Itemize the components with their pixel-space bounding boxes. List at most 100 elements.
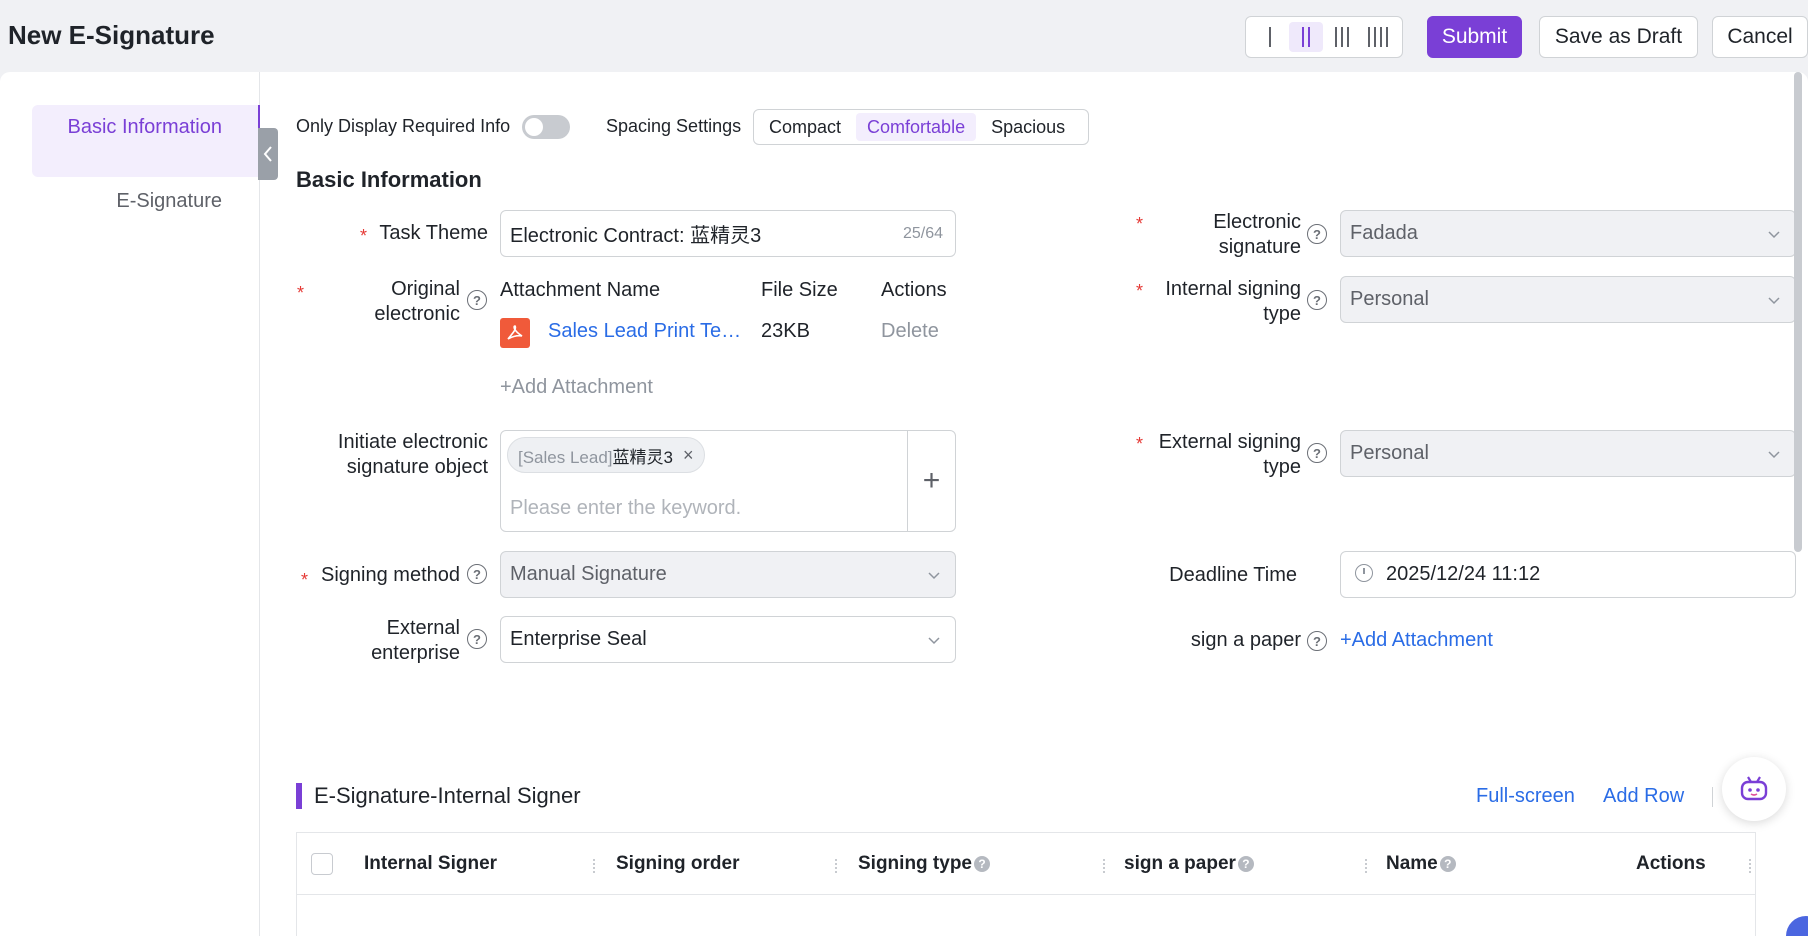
deadline-time-picker[interactable]: 2025/12/24 11:12 (1340, 551, 1796, 598)
select-all-checkbox[interactable] (311, 853, 333, 875)
chevron-left-icon (263, 146, 272, 162)
delete-attachment-button[interactable]: Delete (881, 320, 939, 343)
chevron-down-icon (1768, 451, 1780, 459)
initiate-object-selector[interactable]: [Sales Lead]蓝精灵3 × Please enter the keyw… (500, 430, 956, 532)
tag-prefix: [Sales Lead] (518, 447, 613, 467)
sign-paper-label: sign a paper (1190, 629, 1301, 651)
col-actions: Actions (1636, 853, 1706, 875)
plus-icon[interactable]: + (907, 431, 955, 531)
col-signing-order-label: Signing order (616, 853, 740, 874)
spacing-settings-label: Spacing Settings (606, 116, 742, 136)
required-marker: * (297, 283, 305, 303)
help-icon[interactable]: ? (1307, 443, 1327, 463)
task-theme-value: Electronic Contract: 蓝精灵3 (510, 225, 762, 247)
keyword-placeholder[interactable]: Please enter the keyword. (510, 497, 741, 520)
required-marker: * (360, 226, 368, 246)
electronic-signature-select[interactable]: Fadada (1340, 210, 1796, 257)
column-layout-switch[interactable] (1245, 16, 1403, 58)
help-icon[interactable]: ? (1439, 856, 1456, 872)
section-title-basic-information: Basic Information (296, 167, 482, 192)
table-header: Internal Signer Signing order Signing ty… (297, 833, 1755, 895)
help-icon[interactable]: ? (974, 856, 990, 872)
column-resize-handle[interactable] (1749, 859, 1751, 873)
help-icon[interactable]: ? (467, 564, 487, 584)
internal-signer-title: E-Signature-Internal Signer (314, 783, 581, 808)
spacing-segmented-control[interactable]: Compact Comfortable Spacious (753, 109, 1089, 145)
char-count: 25/64 (902, 224, 943, 242)
external-signing-type-value: Personal (1350, 442, 1429, 464)
spacing-comfortable[interactable]: Comfortable (856, 113, 977, 141)
initiate-object-label: Initiate electronic signature object (337, 431, 488, 478)
nav-item-basic-information[interactable]: Basic Information (32, 105, 260, 177)
col-internal-signer: Internal Signer (364, 853, 497, 875)
help-icon[interactable]: ? (467, 290, 487, 310)
electronic-signature-label: Electronic signature (1213, 211, 1301, 258)
section-nav: Basic Information E-Signature (0, 72, 260, 936)
spacing-compact[interactable]: Compact (758, 113, 852, 141)
external-signing-type-select[interactable]: Personal (1340, 430, 1796, 477)
tag-name: 蓝精灵3 (612, 447, 673, 467)
signing-method-select[interactable]: Manual Signature (500, 551, 956, 598)
deadline-time-value: 2025/12/24 11:12 (1386, 563, 1541, 585)
col-attachment-name: Attachment Name (500, 279, 661, 301)
required-only-toggle[interactable] (522, 115, 570, 139)
column-resize-handle[interactable] (1103, 859, 1105, 873)
robot-icon (1740, 776, 1768, 801)
col-signing-order: Signing order (616, 853, 740, 875)
required-only-label: Only Display Required Info (296, 116, 511, 136)
fullscreen-button[interactable]: Full-screen (1476, 785, 1575, 808)
two-column-button[interactable] (1289, 22, 1323, 52)
toggle-knob (525, 118, 543, 136)
chevron-down-icon (1768, 297, 1780, 305)
page-title: New E-Signature (8, 20, 215, 50)
col-sign-paper: sign a paper? (1124, 853, 1254, 875)
submit-button[interactable]: Submit (1427, 16, 1522, 58)
col-name-label: Name (1386, 853, 1438, 874)
four-column-button[interactable] (1361, 22, 1395, 52)
external-enterprise-value: Enterprise Seal (510, 628, 647, 650)
internal-signer-table: Internal Signer Signing order Signing ty… (296, 832, 1756, 936)
help-icon[interactable]: ? (467, 629, 487, 649)
required-marker: * (1136, 281, 1144, 301)
original-electronic-label: Original electronic (374, 278, 460, 325)
electronic-signature-value: Fadada (1350, 222, 1418, 244)
help-icon[interactable]: ? (1307, 224, 1327, 244)
col-name: Name? (1386, 853, 1456, 875)
external-enterprise-select[interactable]: Enterprise Seal (500, 616, 956, 663)
close-icon[interactable]: × (683, 445, 694, 466)
column-resize-handle[interactable] (1365, 859, 1367, 873)
required-marker: * (1136, 434, 1144, 454)
col-sign-paper-label: sign a paper (1124, 853, 1236, 874)
divider (1712, 787, 1713, 807)
one-column-button[interactable] (1253, 22, 1287, 52)
col-signing-type-label: Signing type (858, 853, 972, 874)
save-draft-button[interactable]: Save as Draft (1539, 16, 1698, 58)
sign-paper-add-attachment[interactable]: +Add Attachment (1340, 628, 1493, 653)
add-attachment-button[interactable]: +Add Attachment (500, 376, 653, 399)
pdf-file-icon (500, 318, 530, 348)
deadline-time-label: Deadline Time (1169, 564, 1297, 586)
internal-signing-type-label: Internal signing type (1165, 278, 1301, 325)
column-resize-handle[interactable] (593, 859, 595, 873)
task-theme-input[interactable]: Electronic Contract: 蓝精灵3 25/64 (500, 210, 956, 257)
signing-method-label: Signing method (321, 564, 460, 586)
chevron-down-icon (928, 637, 940, 645)
three-column-button[interactable] (1325, 22, 1359, 52)
page-header: New E-Signature Submit Save as Draft Can… (0, 0, 1808, 72)
assistant-bot-button[interactable] (1722, 757, 1786, 821)
internal-signing-type-select[interactable]: Personal (1340, 276, 1796, 323)
help-icon[interactable]: ? (1307, 631, 1327, 651)
collapse-nav-handle[interactable] (258, 128, 278, 180)
col-actions: Actions (881, 279, 947, 301)
nav-item-e-signature[interactable]: E-Signature (32, 190, 222, 213)
attachment-file-link[interactable]: Sales Lead Print Te… (548, 320, 741, 343)
col-internal-signer-label: Internal Signer (364, 853, 498, 874)
add-row-button[interactable]: Add Row (1603, 785, 1684, 808)
attachment-file-size: 23KB (761, 320, 810, 342)
help-icon[interactable]: ? (1237, 856, 1254, 872)
spacing-spacious[interactable]: Spacious (980, 113, 1076, 141)
help-icon[interactable]: ? (1307, 290, 1327, 310)
column-resize-handle[interactable] (835, 859, 837, 873)
cancel-button[interactable]: Cancel (1712, 16, 1808, 58)
vertical-scrollbar[interactable] (1794, 72, 1802, 552)
